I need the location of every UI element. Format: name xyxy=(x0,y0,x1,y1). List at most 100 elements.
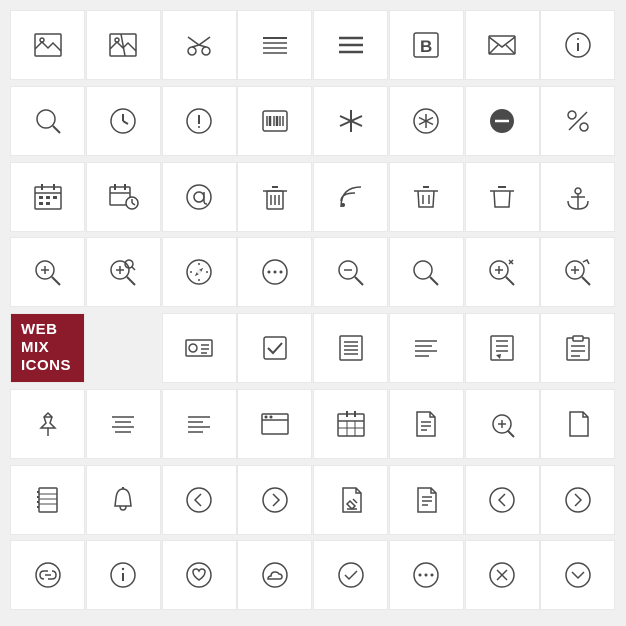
magnifier-doc-icon xyxy=(486,408,518,440)
image-broken-icon-cell xyxy=(86,10,161,80)
menu-icon xyxy=(335,29,367,61)
email-icon-cell xyxy=(465,10,540,80)
label-line2: ICONS xyxy=(21,357,71,375)
rss-icon xyxy=(335,181,367,213)
info-circle-icon xyxy=(562,29,594,61)
warning-circle-icon xyxy=(183,105,215,137)
icon-grid: B xyxy=(10,10,616,616)
compass-icon-cell xyxy=(162,237,237,307)
at-sign-icon-cell xyxy=(162,162,237,232)
image-broken-icon xyxy=(107,29,139,61)
list-icon xyxy=(259,29,291,61)
trash-icon-cell xyxy=(237,162,312,232)
zoom-up-icon-cell xyxy=(540,237,615,307)
web-mix-icons-label: WEB MIX ICONS xyxy=(10,313,85,383)
image-icon-cell xyxy=(10,10,85,80)
trash2-icon xyxy=(410,181,442,213)
asterisk-circle-icon xyxy=(410,105,442,137)
heart-circle-icon xyxy=(183,559,215,591)
bell-icon-cell xyxy=(86,465,161,535)
document-lines-icon xyxy=(410,408,442,440)
search2-icon xyxy=(410,256,442,288)
arrow-right-circle-icon xyxy=(259,484,291,516)
rss-icon-cell xyxy=(313,162,388,232)
svg-text:B: B xyxy=(420,37,432,56)
scissors-icon xyxy=(183,29,215,61)
clock-icon-cell xyxy=(86,86,161,156)
zoom-in-icon xyxy=(32,256,64,288)
search2-icon-cell xyxy=(389,237,464,307)
pin-icon-cell xyxy=(10,389,85,459)
arrow-right-circle-icon-cell xyxy=(237,465,312,535)
dots-circle-icon xyxy=(410,559,442,591)
edit-doc-icon xyxy=(335,484,367,516)
link-icon-cell xyxy=(10,540,85,610)
contact-card-icon xyxy=(183,332,215,364)
cloud-circle-icon-cell xyxy=(237,540,312,610)
zoom-in2-icon xyxy=(486,256,518,288)
anchor-icon xyxy=(562,181,594,213)
calendar-clock-icon-cell xyxy=(86,162,161,232)
asterisk-icon-cell xyxy=(313,86,388,156)
trash2-icon-cell xyxy=(389,162,464,232)
bold-icon-cell: B xyxy=(389,10,464,80)
at-sign-icon xyxy=(183,181,215,213)
notebook-icon xyxy=(32,484,64,516)
asterisk-icon xyxy=(335,105,367,137)
zoom-search-icon-cell xyxy=(86,237,161,307)
x-circle-icon xyxy=(486,559,518,591)
checkbox-icon xyxy=(259,332,291,364)
barcode-icon-cell xyxy=(237,86,312,156)
image-icon xyxy=(32,29,64,61)
minus-circle-icon-cell xyxy=(465,86,540,156)
lines-center-icon-cell xyxy=(86,389,161,459)
warning-circle-icon-cell xyxy=(162,86,237,156)
contact-card-icon-cell xyxy=(162,313,237,383)
checklist-icon xyxy=(335,332,367,364)
chevron-down-circle-icon xyxy=(562,559,594,591)
clipboard-icon-cell xyxy=(540,313,615,383)
anchor-icon-cell xyxy=(540,162,615,232)
pen-doc-icon-cell xyxy=(389,465,464,535)
info-circle-icon-cell xyxy=(540,10,615,80)
document-blank-icon xyxy=(562,408,594,440)
search-icon xyxy=(32,105,64,137)
arrow-left-circle-icon-cell xyxy=(162,465,237,535)
trash3-icon-cell xyxy=(465,162,540,232)
window-icon xyxy=(259,408,291,440)
check-circle-icon xyxy=(335,559,367,591)
calendar2-icon xyxy=(335,408,367,440)
zoom-search-icon xyxy=(107,256,139,288)
chevron-left-circle-icon-cell xyxy=(465,465,540,535)
info-circle2-icon-cell xyxy=(86,540,161,610)
clipboard-icon xyxy=(562,332,594,364)
edit-doc-icon-cell xyxy=(313,465,388,535)
zoom-in2-icon-cell xyxy=(465,237,540,307)
lines-left-icon-cell xyxy=(162,389,237,459)
lines-center-icon xyxy=(107,408,139,440)
calendar-icon-cell xyxy=(10,162,85,232)
label-line1: WEB MIX xyxy=(21,321,74,357)
dots-icon xyxy=(259,256,291,288)
chevron-left-circle-icon xyxy=(486,484,518,516)
link-icon xyxy=(32,559,64,591)
main-container: B xyxy=(0,0,626,626)
compass-icon xyxy=(183,256,215,288)
window-icon-cell xyxy=(237,389,312,459)
barcode-icon xyxy=(259,105,291,137)
text-left-icon-cell xyxy=(389,313,464,383)
magnifier-doc-icon-cell xyxy=(465,389,540,459)
clock-icon xyxy=(107,105,139,137)
calendar-icon xyxy=(32,181,64,213)
menu-icon-cell xyxy=(313,10,388,80)
bell-icon xyxy=(107,484,139,516)
dots-icon-cell xyxy=(237,237,312,307)
check-circle-icon-cell xyxy=(313,540,388,610)
zoom-out-icon-cell xyxy=(313,237,388,307)
trash3-icon xyxy=(486,181,518,213)
scissors-icon-cell xyxy=(162,10,237,80)
text-left-icon xyxy=(410,332,442,364)
lines-left-icon xyxy=(183,408,215,440)
zoom-in-icon-cell xyxy=(10,237,85,307)
calendar-clock-icon xyxy=(107,181,139,213)
